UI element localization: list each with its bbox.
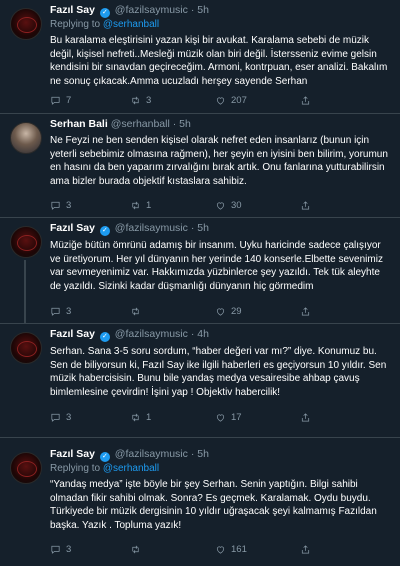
author-handle[interactable]: @fazilsaymusic	[115, 448, 188, 460]
author-name[interactable]: Fazıl Say	[50, 328, 95, 340]
retweet-button[interactable]	[130, 306, 146, 317]
tweet-text: Serhan. Sana 3-5 soru sordum, “haber değ…	[50, 346, 387, 398]
heart-icon	[216, 308, 225, 316]
tweet-time[interactable]: 5h	[197, 448, 209, 460]
author-name[interactable]: Fazıl Say	[50, 4, 95, 16]
reply-icon	[51, 307, 60, 316]
verified-badge-icon: ✓	[99, 332, 110, 342]
avatar[interactable]	[10, 122, 42, 154]
reply-button[interactable]: 3	[50, 200, 71, 211]
like-button[interactable]: 30	[215, 200, 242, 211]
avatar[interactable]	[10, 8, 42, 40]
author-name[interactable]: Fazıl Say	[50, 448, 95, 460]
retweet-icon	[132, 307, 139, 316]
reply-icon	[51, 96, 60, 105]
tweet-time[interactable]: 4h	[197, 328, 209, 340]
tweet-header: Fazıl Say ✓ @fazilsaymusic · 4h	[50, 328, 209, 342]
verified-badge-icon: ✓	[99, 452, 110, 462]
retweet-button[interactable]	[130, 544, 146, 555]
share-button[interactable]	[300, 412, 311, 423]
tweet-text: Ne Feyzi ne ben senden kişisel olarak ne…	[50, 135, 388, 187]
tweet-text: Bu karalama eleştirisini yazan kişi bir …	[50, 35, 388, 87]
reply-button[interactable]: 7	[50, 95, 71, 106]
tweet[interactable]: Fazıl Say ✓ @fazilsaymusic · 5h Müziğe b…	[0, 218, 400, 324]
reply-button[interactable]: 3	[50, 412, 71, 423]
author-handle[interactable]: @fazilsaymusic	[115, 222, 188, 234]
tweet[interactable]: Fazıl Say ✓ @fazilsaymusic · 4h Serhan. …	[0, 324, 400, 438]
tweet-header: Fazıl Say ✓ @fazilsaymusic · 5h	[50, 222, 209, 236]
retweet-icon	[132, 201, 139, 210]
tweet-time[interactable]: 5h	[197, 4, 209, 16]
tweet-actions: 7 3 207	[50, 95, 380, 109]
reply-icon	[51, 545, 60, 554]
share-button[interactable]	[300, 95, 311, 106]
tweet-text: “Yandaş medya” işte böyle bir şey Serhan…	[50, 479, 377, 531]
tweet-header: Serhan Bali @serhanball · 5h	[50, 118, 191, 130]
tweet-actions: 3 1 17	[50, 412, 380, 426]
avatar[interactable]	[10, 452, 42, 484]
verified-badge-icon: ✓	[99, 8, 110, 18]
tweet-actions: 3 1 30	[50, 200, 380, 214]
tweet[interactable]: Serhan Bali @serhanball · 5h Ne Feyzi ne…	[0, 114, 400, 218]
avatar[interactable]	[10, 332, 42, 364]
tweet-actions: 3 161	[50, 544, 380, 558]
mention-link[interactable]: @serhanball	[103, 19, 159, 30]
tweet-header: Fazıl Say ✓ @fazilsaymusic · 5h	[50, 4, 209, 18]
tweet-time[interactable]: 5h	[197, 222, 209, 234]
mention-link[interactable]: @serhanball	[103, 463, 159, 474]
tweet[interactable]: Fazıl Say ✓ @fazilsaymusic · 5h Replying…	[0, 0, 400, 114]
author-name[interactable]: Serhan Bali	[50, 118, 108, 130]
retweet-button[interactable]: 1	[130, 200, 151, 211]
share-button[interactable]	[300, 200, 311, 211]
reply-button[interactable]: 3	[50, 306, 71, 317]
share-icon	[301, 201, 310, 210]
heart-icon	[216, 97, 225, 105]
share-button[interactable]	[300, 306, 311, 317]
like-button[interactable]: 161	[215, 544, 247, 555]
tweet[interactable]: Fazıl Say ✓ @fazilsaymusic · 5h Replying…	[0, 438, 400, 566]
retweet-icon	[132, 96, 139, 105]
retweet-icon	[132, 545, 139, 554]
share-button[interactable]	[300, 544, 311, 555]
heart-icon	[216, 202, 225, 210]
retweet-button[interactable]: 3	[130, 95, 151, 106]
author-handle[interactable]: @fazilsaymusic	[115, 4, 188, 16]
share-icon	[301, 307, 310, 316]
share-icon	[301, 96, 310, 105]
retweet-icon	[132, 413, 139, 422]
tweet-text: Müziğe bütün ömrünü adamış bir insanım. …	[50, 240, 383, 292]
tweet-header: Fazıl Say ✓ @fazilsaymusic · 5h	[50, 448, 209, 462]
replying-to: Replying to @serhanball	[50, 19, 160, 30]
like-button[interactable]: 29	[215, 306, 242, 317]
share-icon	[301, 545, 310, 554]
like-button[interactable]: 207	[215, 95, 247, 106]
share-icon	[301, 413, 310, 422]
thread-connector-line	[24, 260, 26, 324]
tweet-time[interactable]: 5h	[179, 118, 191, 130]
heart-icon	[216, 546, 225, 554]
heart-icon	[216, 414, 225, 422]
tweet-actions: 3 29	[50, 306, 380, 320]
author-name[interactable]: Fazıl Say	[50, 222, 95, 234]
reply-icon	[51, 201, 60, 210]
retweet-button[interactable]: 1	[130, 412, 151, 423]
tweet-thread: Fazıl Say ✓ @fazilsaymusic · 5h Replying…	[0, 0, 400, 566]
like-button[interactable]: 17	[215, 412, 242, 423]
author-handle[interactable]: @serhanball	[111, 118, 170, 130]
replying-to: Replying to @serhanball	[50, 463, 160, 474]
verified-badge-icon: ✓	[99, 226, 110, 236]
avatar[interactable]	[10, 226, 42, 258]
reply-button[interactable]: 3	[50, 544, 71, 555]
reply-icon	[51, 413, 60, 422]
author-handle[interactable]: @fazilsaymusic	[115, 328, 188, 340]
